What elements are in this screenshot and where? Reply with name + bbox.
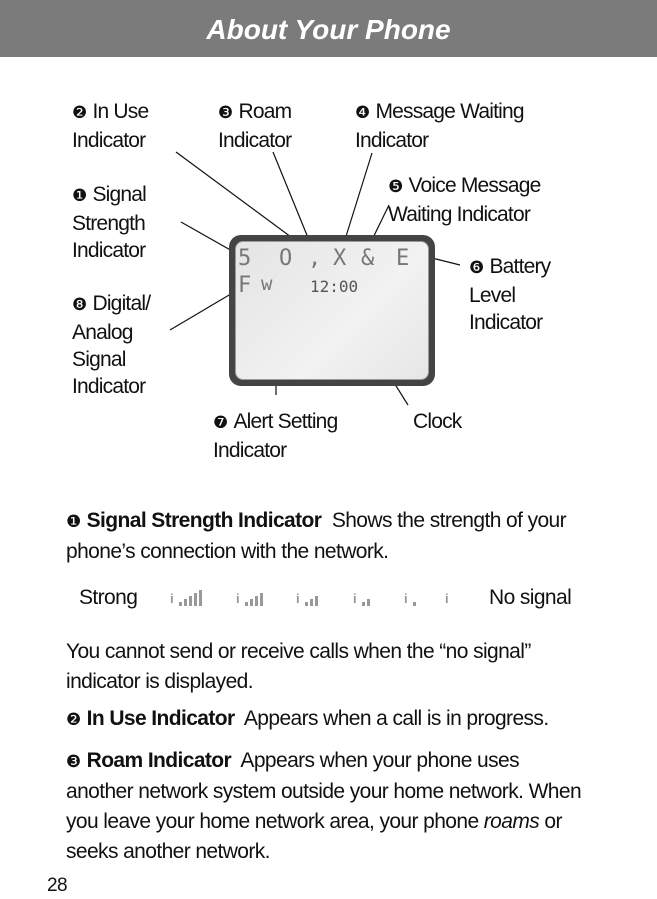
- signal-bar: [193, 593, 197, 606]
- battery-glyph: E: [396, 246, 410, 271]
- voice-glyph: &: [361, 246, 375, 271]
- antenna-icon: i: [170, 591, 174, 606]
- signal-bar: [244, 602, 248, 606]
- signal-bar: [188, 596, 192, 606]
- signal-bar: [412, 602, 416, 606]
- signal-bar: [254, 596, 258, 606]
- signal-bar: [361, 602, 365, 606]
- label-clock: Clock: [413, 410, 462, 433]
- label-voice-message: ❺ Voice Message Waiting Indicator: [388, 174, 541, 226]
- section-roam: ❸ Roam Indicator Appears when your phone …: [66, 749, 582, 863]
- in-use-glyph: O: [279, 246, 293, 271]
- signal-level-icon: i: [296, 588, 318, 606]
- message-glyph: X: [333, 246, 347, 271]
- label-digital-analog: ❽ Digital/ Analog Signal Indicator: [72, 292, 151, 398]
- label-signal-strength: ❶ Signal Strength Indicator: [72, 183, 147, 262]
- digital-analog-glyph: F: [238, 273, 252, 298]
- signal-none-label: No signal: [489, 586, 572, 609]
- signal-level-icon: i: [445, 588, 452, 606]
- section-signal-strength: ❶ Signal Strength Indicator Shows the str…: [66, 509, 567, 563]
- section-in-use: ❷ In Use Indicator Appears when a call is…: [66, 707, 549, 730]
- signal-bar: [198, 590, 202, 606]
- signal-bar: [309, 599, 313, 606]
- signal-level-icon: i: [353, 588, 370, 606]
- no-signal-note: You cannot send or receive calls when th…: [66, 640, 531, 693]
- signal-bar: [178, 602, 182, 606]
- antenna-icon: i: [445, 591, 449, 606]
- antenna-icon: i: [404, 591, 408, 606]
- label-roam: ❸ Roam Indicator: [218, 100, 292, 152]
- alert-glyph: w: [261, 273, 273, 295]
- clock-glyph: 12:00: [310, 277, 359, 296]
- signal-strong-label: Strong: [79, 586, 138, 609]
- signal-level-icon: i: [404, 588, 416, 606]
- antenna-icon: i: [353, 591, 357, 606]
- signal-level-icon: i: [170, 588, 202, 606]
- signal-bar: [304, 602, 308, 606]
- roam-glyph: ,: [308, 246, 322, 271]
- signal-level-icon: i: [236, 588, 263, 606]
- signal-bar: [183, 599, 187, 606]
- signal-strength-glyph: 5: [238, 246, 252, 271]
- antenna-icon: i: [236, 591, 240, 606]
- signal-bar: [259, 593, 263, 606]
- label-message-waiting: ❹ Message Waiting Indicator: [355, 100, 525, 152]
- signal-bar: [366, 599, 370, 606]
- signal-bar: [249, 599, 253, 606]
- antenna-icon: i: [296, 591, 300, 606]
- label-battery: ❻ Battery Level Indicator: [469, 255, 551, 334]
- label-alert-setting: ❼ Alert Setting Indicator: [213, 410, 338, 462]
- label-in-use: ❷ In Use Indicator: [72, 100, 149, 152]
- signal-bar: [314, 596, 318, 606]
